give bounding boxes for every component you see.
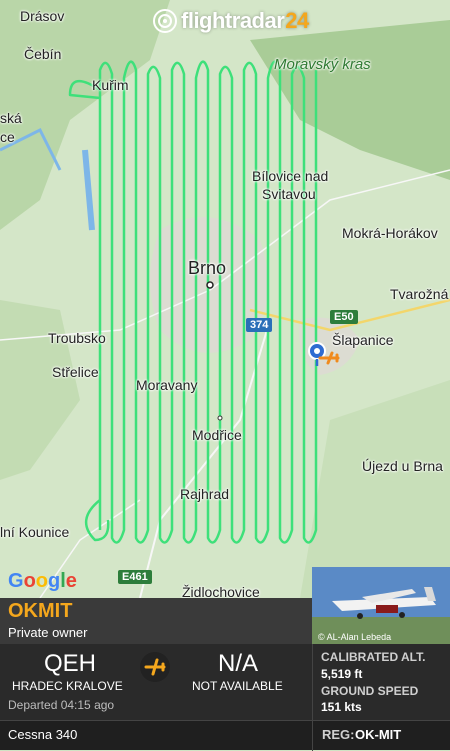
road-shield-e50: E50	[330, 310, 358, 324]
aircraft-marker[interactable]	[306, 340, 340, 374]
place-zidlochovice: Židlochovice	[182, 584, 260, 598]
calibrated-alt-label: CALIBRATED ALT.	[321, 650, 426, 664]
aircraft-icon	[308, 342, 340, 366]
ground-speed-label: GROUND SPEED	[321, 684, 419, 698]
aircraft-info-bar[interactable]: Cessna 340 REG: OK-MIT	[0, 720, 450, 751]
place-brno: Brno	[188, 258, 227, 278]
brno-center-marker	[206, 281, 214, 289]
place-ce: ce	[0, 129, 15, 145]
flight-track-path	[98, 60, 318, 544]
place-strelice: Střelice	[52, 364, 99, 380]
calibrated-alt-value: 5,519 ft	[321, 667, 363, 681]
place-svitavou: Svitavou	[262, 186, 316, 202]
departed-time: Departed 04:15 ago	[8, 698, 115, 712]
logo-word: flightradar	[181, 8, 285, 33]
map-view[interactable]: flightradar 24 Drásov Čebín ská ce Kuřim …	[0, 0, 450, 598]
flight-track-loops	[68, 80, 110, 542]
place-drasov: Drásov	[20, 8, 65, 24]
place-slapanice: Šlapanice	[332, 332, 394, 348]
flight-stats-panel[interactable]: CALIBRATED ALT. 5,519 ft GROUND SPEED 15…	[312, 644, 450, 720]
route-panel[interactable]: QEH HRADEC KRALOVE N/A NOT AVAILABLE Dep…	[0, 644, 312, 720]
destination-code: N/A	[218, 650, 259, 677]
google-logo: Google	[8, 570, 77, 592]
aircraft-type: Cessna 340	[8, 727, 78, 742]
place-rajhrad: Rajhrad	[180, 486, 230, 502]
place-mokra: Mokrá-Horákov	[342, 225, 438, 241]
place-moravany: Moravany	[136, 377, 198, 393]
logo-number: 24	[285, 8, 309, 33]
place-ska: ská	[0, 110, 22, 126]
aircraft-owner: Private owner	[8, 625, 88, 640]
place-troubsko: Troubsko	[48, 330, 106, 346]
flight-track	[68, 60, 318, 544]
route-plane-icon	[140, 652, 170, 682]
origin-name: HRADEC KRALOVE	[12, 679, 123, 693]
info-divider	[312, 721, 313, 751]
place-tvarozna: Tvarožná	[390, 286, 449, 302]
radar-icon	[153, 9, 177, 33]
reg-label: REG:	[322, 727, 355, 742]
place-cebin: Čebín	[24, 46, 62, 62]
destination-name: NOT AVAILABLE	[192, 679, 283, 693]
ground-speed-value: 151 kts	[321, 700, 362, 714]
photo-credit: © AL-Alan Lebeda	[318, 632, 392, 642]
origin-code: QEH	[44, 650, 97, 677]
modrice-marker	[217, 415, 223, 421]
place-kurim: Kuřim	[92, 77, 129, 93]
road-shield-374: 374	[246, 318, 273, 332]
place-ujezd: Újezd u Brna	[362, 458, 443, 474]
place-bilovice: Bílovice nad	[252, 168, 329, 184]
place-modrice: Modřice	[192, 427, 242, 443]
place-moravsky-kras: Moravský kras	[274, 56, 371, 73]
reg-value: OK-MIT	[355, 727, 402, 742]
flightradar24-logo: flightradar 24	[152, 8, 309, 34]
aircraft-photo[interactable]: © AL-Alan Lebeda	[312, 567, 450, 644]
place-kounice: lní Kounice	[0, 524, 70, 540]
flight-callsign: OKMIT	[8, 600, 73, 622]
road-shield-e461: E461	[118, 570, 152, 584]
